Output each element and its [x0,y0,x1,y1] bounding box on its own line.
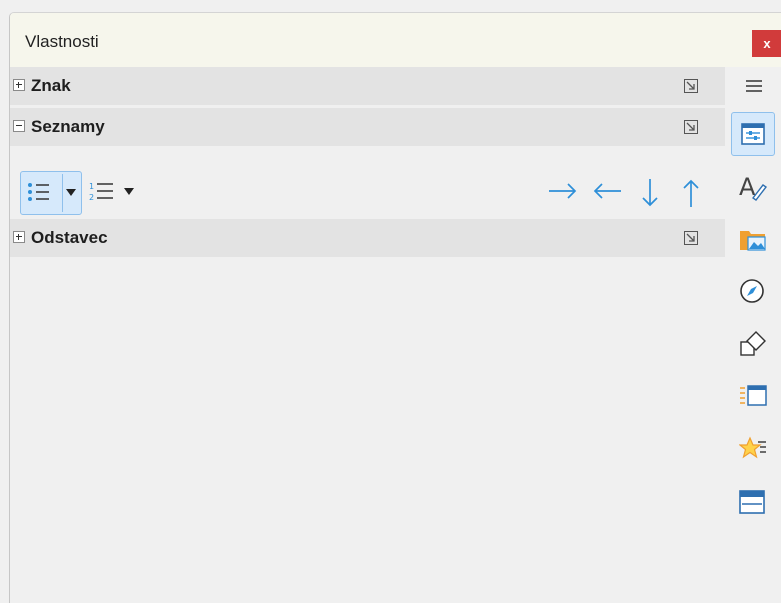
sidebar-tab-shapes[interactable] [731,322,775,366]
sidebar-tab-bar: A [725,67,781,603]
section-header-seznamy[interactable]: Seznamy [10,108,725,146]
dropdown-arrow-icon[interactable] [124,188,134,196]
hamburger-menu-icon[interactable] [745,79,763,93]
sidebar-tab-navigator[interactable] [731,270,775,314]
gallery-icon [740,231,766,251]
section-title-seznamy: Seznamy [31,117,105,136]
sidebar-tab-master-slides[interactable] [731,481,775,525]
styles-icon: A [739,173,767,201]
more-options-icon[interactable] [684,79,698,93]
svg-text:2: 2 [89,193,94,202]
navigator-icon [740,279,764,303]
properties-window: Vlastnosti x Znak Seznamy 1 2 Odstavec A [9,12,781,603]
master-slides-icon [739,490,765,514]
demote-arrow-right-icon[interactable] [548,181,578,201]
move-up-arrow-icon[interactable] [681,178,701,208]
shapes-icon [740,331,766,356]
sidebar-tab-animation[interactable] [731,428,775,472]
window-title: Vlastnosti [25,32,99,51]
sidebar-tab-styles[interactable]: A [731,165,775,209]
section-header-odstavec[interactable]: Odstavec [10,219,725,257]
ordered-list-icon[interactable]: 1 2 [89,181,115,203]
unordered-list-button[interactable] [20,171,82,215]
lists-toolbar: 1 2 [10,161,725,217]
sidebar-tab-properties[interactable] [731,112,775,156]
properties-icon [741,123,765,145]
section-header-znak[interactable]: Znak [10,67,725,105]
svg-text:1: 1 [89,182,94,191]
section-title-znak: Znak [31,76,71,95]
split-divider [62,174,63,212]
slide-transition-icon [740,385,767,406]
more-options-icon[interactable] [684,231,698,245]
dropdown-arrow-icon[interactable] [66,189,76,197]
plus-box-icon[interactable] [13,79,25,91]
sidebar-tab-gallery[interactable] [731,218,775,262]
unordered-list-icon [28,183,49,201]
move-down-arrow-icon[interactable] [640,178,660,208]
plus-box-icon[interactable] [13,231,25,243]
close-button[interactable]: x [752,30,781,57]
sidebar-tab-slide-transition[interactable] [731,375,775,419]
minus-box-icon[interactable] [13,120,25,132]
promote-arrow-left-icon[interactable] [592,181,622,201]
title-bar: Vlastnosti x [10,13,781,67]
more-options-icon[interactable] [684,120,698,134]
animation-icon [739,436,766,459]
section-title-odstavec: Odstavec [31,228,108,247]
properties-panel: Znak Seznamy 1 2 Odstavec [10,67,725,603]
